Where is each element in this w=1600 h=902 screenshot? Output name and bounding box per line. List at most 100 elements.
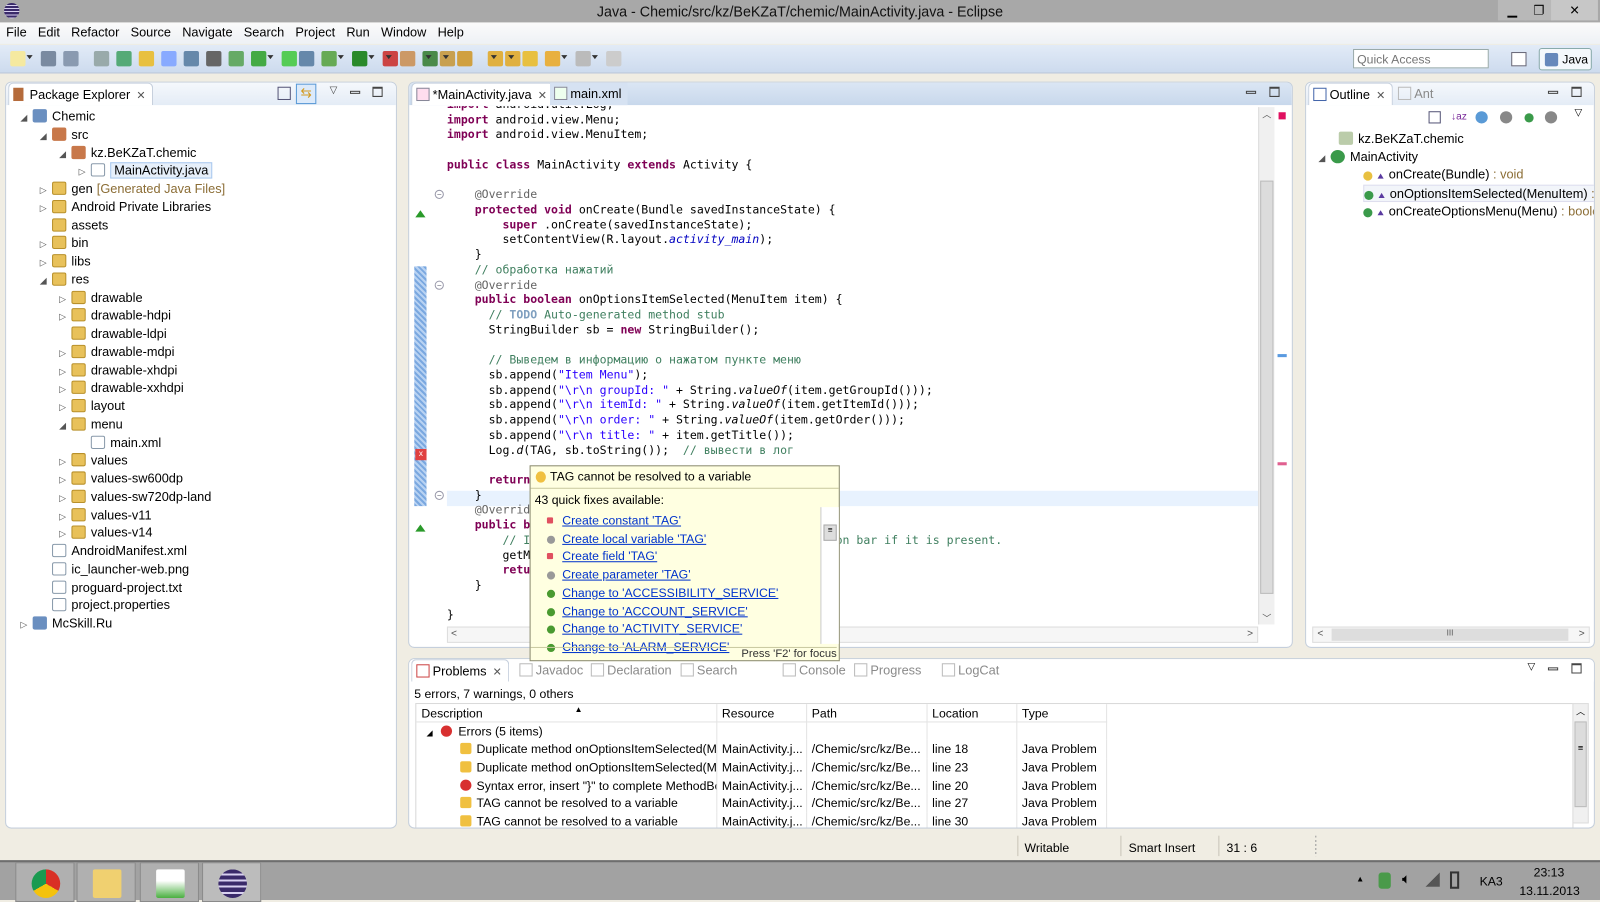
quick-fix-item[interactable]: Create field 'TAG' <box>562 549 657 563</box>
tree-item[interactable]: ▷ drawable-hdpi <box>59 307 171 324</box>
expanded-arrow-icon[interactable]: ◢ <box>59 145 71 162</box>
tree-item[interactable]: project.properties <box>40 597 170 614</box>
dropdown-arrow-icon[interactable] <box>368 55 375 60</box>
menu-edit[interactable]: Edit <box>32 22 65 40</box>
tree-item[interactable]: ▷ values-sw600dp <box>59 470 183 487</box>
menu-project[interactable]: Project <box>289 22 340 40</box>
collapsed-arrow-icon[interactable]: ▷ <box>40 236 52 253</box>
tree-item[interactable]: drawable-ldpi <box>59 326 167 343</box>
scroll-thumb[interactable]: ≡ <box>1574 721 1587 808</box>
task-icon[interactable] <box>161 51 177 67</box>
show-hidden-icons[interactable]: ▲ <box>1356 874 1364 883</box>
marker-icon[interactable] <box>457 51 473 67</box>
close-icon[interactable]: ✕ <box>493 666 502 678</box>
taskbar-file-explorer[interactable] <box>76 862 136 902</box>
expanded-arrow-icon[interactable]: ◢ <box>40 127 52 144</box>
perspective-java-button[interactable]: Java <box>1538 47 1592 71</box>
quick-fix-item[interactable]: Change to 'ACCOUNT_SERVICE' <box>562 604 747 618</box>
checkbox-icon[interactable] <box>251 51 267 67</box>
scroll-up-arrow[interactable]: ︿ <box>1573 704 1587 717</box>
tree-item[interactable]: ▷ values-v11 <box>59 507 152 525</box>
hide-fields-icon[interactable] <box>1475 111 1488 124</box>
save-all-icon[interactable] <box>63 51 79 67</box>
collapsed-arrow-icon[interactable]: ▷ <box>59 508 71 525</box>
menu-refactor[interactable]: Refactor <box>65 22 124 40</box>
tree-item[interactable]: ◢ kz.BeKZaT.chemic <box>59 144 196 161</box>
dropdown-arrow-icon[interactable] <box>267 55 274 60</box>
quick-fix-item[interactable]: Create constant 'TAG' <box>562 513 681 527</box>
menu-help[interactable]: Help <box>431 22 468 40</box>
tree-item[interactable]: ic_launcher-web.png <box>40 561 189 578</box>
pin-icon[interactable] <box>606 51 622 67</box>
menu-window[interactable]: Window <box>375 22 432 40</box>
close-button[interactable]: ✕ <box>1551 0 1598 21</box>
close-icon[interactable]: ✕ <box>1376 90 1385 102</box>
tab-problems[interactable]: Problems ✕ <box>411 659 510 682</box>
tree-item[interactable]: main.xml <box>79 434 161 451</box>
fold-collapse-icon[interactable]: − <box>434 280 444 290</box>
scroll-thumb[interactable]: III <box>1331 628 1569 641</box>
tree-item[interactable]: ◢ Chemic <box>20 108 95 125</box>
minimize-view-icon[interactable] <box>1245 90 1257 94</box>
new-icon[interactable] <box>10 51 26 67</box>
tab-logcat[interactable]: LogCat <box>938 659 1006 681</box>
error-marker-icon[interactable]: x <box>415 448 427 461</box>
quick-fix-item[interactable]: Change to 'ACCESSIBILITY_SERVICE' <box>562 586 778 600</box>
vertical-scrollbar[interactable]: ︿ ≡ <box>1572 703 1589 824</box>
last-edit-icon[interactable] <box>522 51 538 67</box>
column-header-description[interactable]: Description ▲ <box>416 704 717 723</box>
tree-item[interactable]: assets <box>40 217 108 234</box>
table-row[interactable]: Duplicate method onOptionsItemSelected(M… <box>416 758 1107 777</box>
dropdown-arrow-icon[interactable] <box>26 55 33 60</box>
tree-item[interactable]: ◢ menu <box>59 416 123 433</box>
collapsed-arrow-icon[interactable]: ▷ <box>40 182 52 199</box>
forward-icon[interactable] <box>575 51 591 67</box>
maximize-view-icon[interactable] <box>372 86 383 97</box>
clock-date[interactable]: 13.11.2013 <box>1519 884 1579 898</box>
menu-run[interactable]: Run <box>340 22 375 40</box>
error-overview-marker[interactable] <box>1278 112 1286 120</box>
tree-item[interactable]: ▷ values-v14 <box>59 525 153 543</box>
battery-icon[interactable] <box>1449 871 1460 889</box>
debug-icon[interactable] <box>321 51 337 67</box>
quick-access-input[interactable] <box>1353 48 1489 69</box>
view-menu-icon[interactable]: ▽ <box>1574 107 1582 118</box>
collapsed-arrow-icon[interactable]: ▷ <box>40 200 52 217</box>
overview-marker[interactable] <box>1277 354 1287 358</box>
collapsed-arrow-icon[interactable]: ▷ <box>20 616 32 633</box>
table-row[interactable]: TAG cannot be resolved to a variable Main… <box>416 794 1107 813</box>
scroll-thumb[interactable]: ≡ <box>823 524 837 541</box>
tree-item[interactable]: ▷ drawable-mdpi <box>59 344 174 361</box>
save-icon[interactable] <box>40 51 57 67</box>
minimize-view-icon[interactable] <box>1547 90 1559 94</box>
hide-local-types-icon[interactable] <box>1544 111 1558 124</box>
collapsed-arrow-icon[interactable]: ▷ <box>59 381 71 398</box>
menu-search[interactable]: Search <box>238 22 290 40</box>
hide-nonpublic-icon[interactable] <box>1524 113 1534 123</box>
scroll-up-arrow[interactable]: ︿ <box>1259 107 1274 120</box>
fold-collapse-icon[interactable]: − <box>434 490 444 500</box>
tree-item[interactable]: ▷ layout <box>59 398 125 415</box>
dropdown-arrow-icon[interactable] <box>442 55 449 60</box>
collapsed-arrow-icon[interactable]: ▷ <box>59 308 71 325</box>
usb-icon[interactable] <box>1378 872 1391 889</box>
tree-item[interactable]: ▷ drawable-xhdpi <box>59 362 177 379</box>
maximize-view-icon[interactable] <box>1571 86 1582 97</box>
collapsed-arrow-icon[interactable]: ▷ <box>59 526 71 543</box>
android-sdk-icon[interactable] <box>206 51 222 67</box>
maximize-view-icon[interactable] <box>1269 86 1280 97</box>
expanded-arrow-icon[interactable]: ◢ <box>59 417 71 434</box>
tree-item[interactable]: proguard-project.txt <box>40 579 182 596</box>
minimize-view-icon[interactable] <box>1547 667 1559 671</box>
taskbar-chrome[interactable] <box>15 862 75 902</box>
keyboard-language[interactable]: KA3 <box>1480 874 1503 888</box>
tab-outline[interactable]: Outline ✕ <box>1308 82 1393 106</box>
expanded-arrow-icon[interactable]: ◢ <box>40 272 52 289</box>
tree-item[interactable]: ◢ src <box>40 126 88 144</box>
dropdown-arrow-icon[interactable] <box>425 55 432 60</box>
tree-item[interactable]: ▷ libs <box>40 253 91 270</box>
scroll-left-arrow[interactable]: < <box>451 629 457 640</box>
taskbar-eclipse[interactable] <box>202 862 262 902</box>
tree-item[interactable]: ▷ drawable-xxhdpi <box>59 380 184 397</box>
tree-item[interactable]: ▷ MainActivity.java <box>79 162 213 179</box>
